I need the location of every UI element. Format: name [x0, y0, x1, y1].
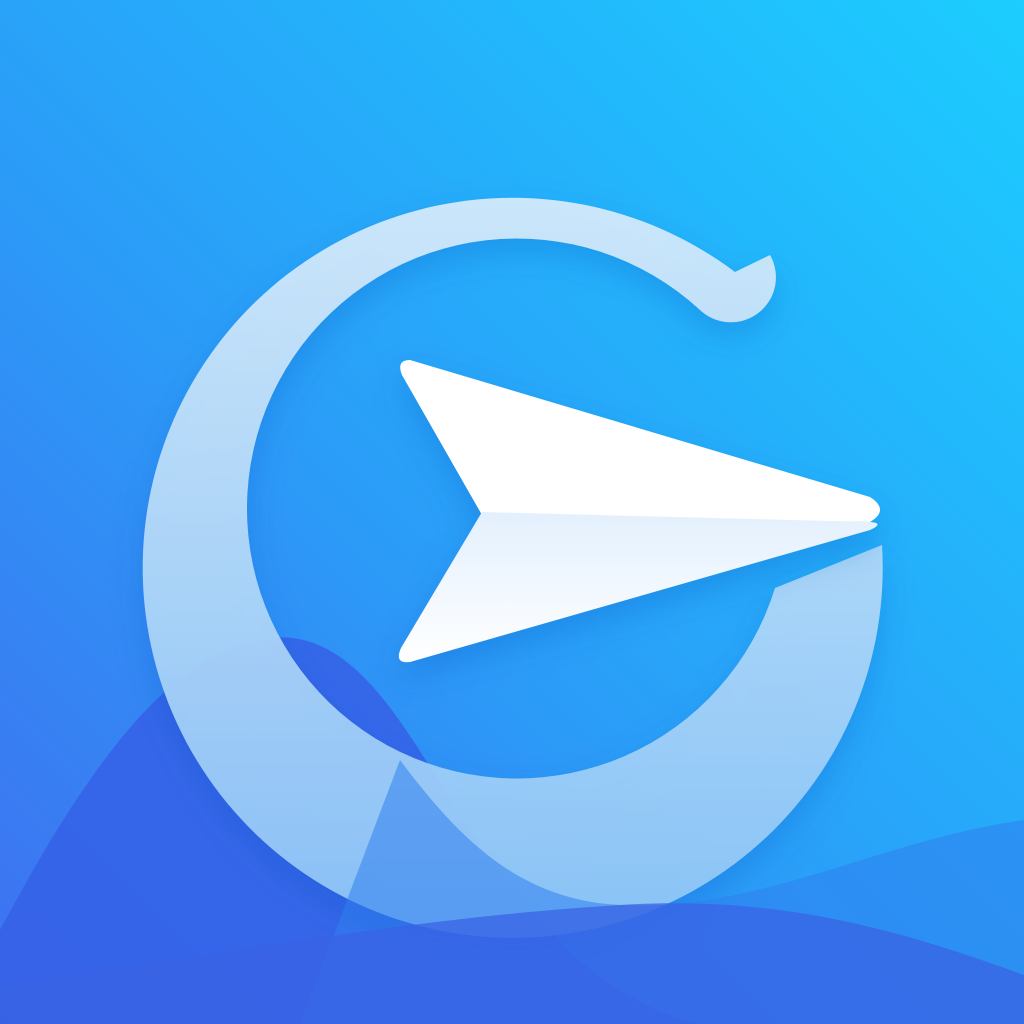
app-icon-svg [0, 0, 1024, 1024]
app-icon [0, 0, 1024, 1024]
